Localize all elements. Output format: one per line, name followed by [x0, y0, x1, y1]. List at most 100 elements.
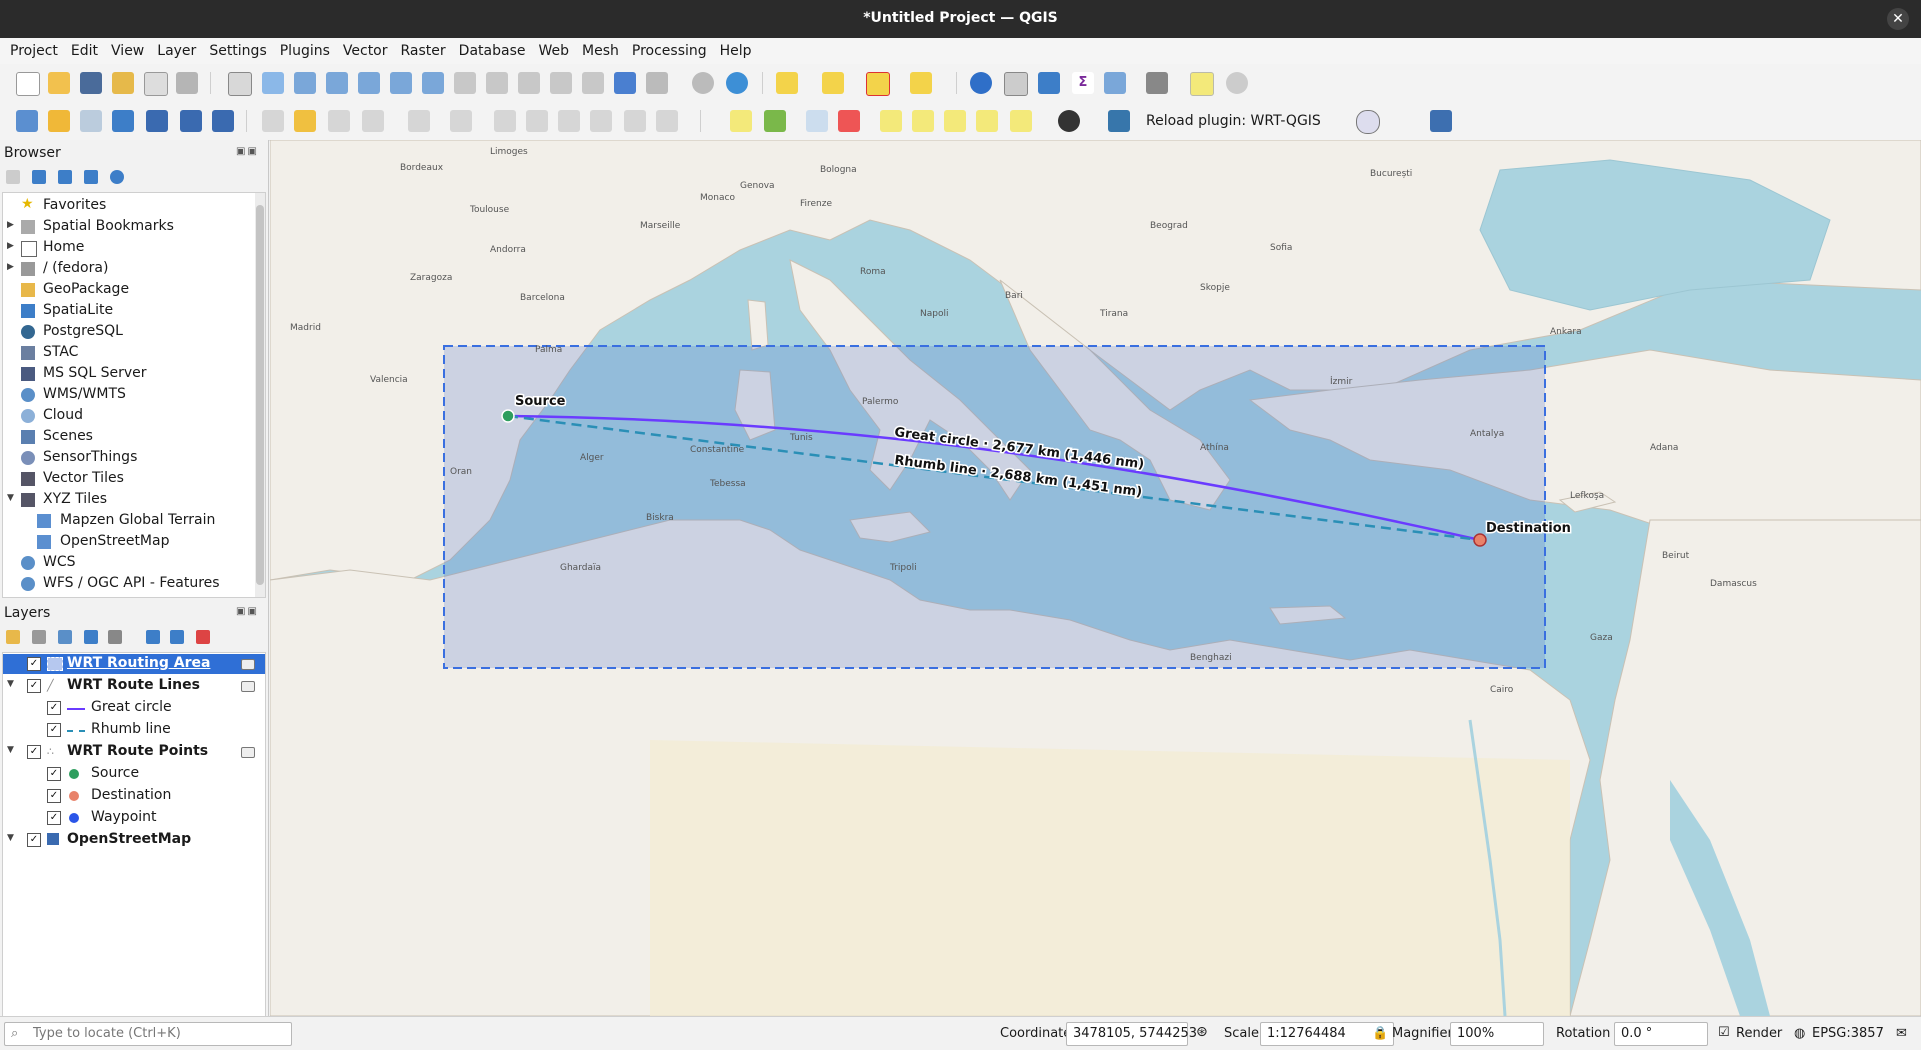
zoom-full-icon[interactable] [358, 72, 380, 94]
map-tips-icon[interactable] [1190, 72, 1214, 96]
menu-web[interactable]: Web [538, 43, 569, 59]
rotation-spinbox[interactable]: 0.0 ° [1614, 1022, 1708, 1046]
dock-controls-icon[interactable]: ▣▣ [236, 606, 262, 618]
toggle-extents-icon[interactable]: ⊛ [1196, 1024, 1208, 1040]
new-geopackage-icon[interactable] [48, 110, 70, 132]
legend-checkbox[interactable]: ✓ [47, 701, 61, 715]
expand-all-icon[interactable] [146, 630, 160, 644]
layer-wrt-route-lines[interactable]: ▼ ✓ ╱ WRT Route Lines [3, 676, 265, 696]
browser-item-spatialite[interactable]: SpatiaLite [3, 301, 253, 321]
browser-item-scenes[interactable]: Scenes [3, 427, 253, 447]
manage-themes-icon[interactable] [58, 630, 72, 644]
collapse-all-layers-icon[interactable] [170, 630, 184, 644]
rotate-label-icon[interactable] [944, 110, 966, 132]
locator-zoom-icon[interactable] [1226, 72, 1248, 94]
zoom-last-icon[interactable] [486, 72, 508, 94]
select-location-icon[interactable] [910, 72, 932, 94]
new-bookmark-icon[interactable] [614, 72, 636, 94]
legend-checkbox[interactable]: ✓ [47, 811, 61, 825]
label-toolbar-icon[interactable] [730, 110, 752, 132]
legend-waypoint[interactable]: ✓ Waypoint [3, 808, 265, 828]
add-mesh-layer-icon[interactable] [212, 110, 234, 132]
select-by-value-icon[interactable] [822, 72, 844, 94]
zoom-selection-icon[interactable] [390, 72, 412, 94]
browser-scrollbar[interactable] [255, 193, 265, 597]
render-checkbox[interactable]: ☑ [1718, 1025, 1730, 1040]
move-label-icon[interactable] [912, 110, 934, 132]
menu-mesh[interactable]: Mesh [582, 43, 619, 59]
python-console-icon[interactable] [1108, 110, 1130, 132]
save-as-icon[interactable] [112, 72, 134, 94]
layer-wrt-routing-area[interactable]: ✓ WRT Routing Area [3, 654, 265, 674]
layer-visibility-checkbox[interactable]: ✓ [27, 745, 41, 759]
browser-item-wms[interactable]: WMS/WMTS [3, 385, 253, 405]
field-calculator-icon[interactable] [1104, 72, 1126, 94]
zoom-out-icon[interactable] [326, 72, 348, 94]
filter-expression-icon[interactable] [108, 630, 122, 644]
new-shapefile-icon[interactable] [80, 110, 102, 132]
browser-item-spatial-bookmarks[interactable]: ▶ Spatial Bookmarks [3, 217, 253, 237]
layer-indicator-icon[interactable] [241, 659, 255, 670]
legend-great-circle[interactable]: ✓ Great circle [3, 698, 265, 718]
new-virtual-layer-icon[interactable] [146, 110, 168, 132]
menu-vector[interactable]: Vector [343, 43, 388, 59]
processing-toolbox-icon[interactable] [1038, 72, 1060, 94]
pan-hand-icon[interactable] [228, 72, 252, 96]
temporal-controller-icon[interactable] [692, 72, 714, 94]
cut-features-icon[interactable] [526, 110, 548, 132]
label-properties-icon[interactable] [1010, 110, 1032, 132]
vertex-tool-icon[interactable] [408, 110, 430, 132]
remove-layer-icon[interactable] [196, 630, 210, 644]
locator-search-input[interactable]: ⌕ Type to locate (Ctrl+K) [4, 1022, 292, 1046]
redo-icon[interactable] [656, 110, 678, 132]
magnifier-spinbox[interactable]: 100% [1450, 1022, 1544, 1046]
browser-item-root[interactable]: ▶ / (fedora) [3, 259, 253, 279]
diagram-icon[interactable] [764, 110, 786, 132]
browser-item-postgresql[interactable]: PostgreSQL [3, 322, 253, 342]
open-project-icon[interactable] [48, 72, 70, 94]
pan-to-selection-icon[interactable] [262, 72, 284, 94]
new-project-icon[interactable] [16, 72, 40, 96]
pin-labels-icon[interactable] [838, 110, 860, 132]
save-edits-icon[interactable] [328, 110, 350, 132]
add-group-icon[interactable] [32, 630, 46, 644]
close-window-button[interactable]: ✕ [1887, 8, 1909, 30]
copy-features-icon[interactable] [558, 110, 580, 132]
layer-indicator-icon[interactable] [241, 747, 255, 758]
browser-item-wcs[interactable]: WCS [3, 553, 253, 573]
show-bookmarks-icon[interactable] [646, 72, 668, 94]
layer-indicator-icon[interactable] [241, 681, 255, 692]
zoom-in-icon[interactable] [294, 72, 316, 94]
menu-layer[interactable]: Layer [157, 43, 196, 59]
menu-raster[interactable]: Raster [401, 43, 446, 59]
info-icon[interactable] [110, 170, 124, 184]
new-temporary-layer-icon[interactable] [180, 110, 202, 132]
collapse-all-icon[interactable] [84, 170, 98, 184]
menu-processing[interactable]: Processing [632, 43, 707, 59]
attribute-table-icon[interactable] [1004, 72, 1028, 96]
coordinate-field[interactable]: 3478105, 5744253 [1066, 1022, 1197, 1046]
messages-icon[interactable]: ✉ [1896, 1026, 1907, 1041]
style-manager-icon[interactable] [176, 72, 198, 94]
plugin-reloader-icon[interactable] [1058, 110, 1080, 132]
measure-icon[interactable] [1146, 72, 1168, 94]
legend-destination[interactable]: ✓ Destination [3, 786, 265, 806]
layer-visibility-checkbox[interactable]: ✓ [27, 833, 41, 847]
style-panel-icon[interactable] [6, 630, 20, 644]
filter-legend-icon[interactable] [84, 630, 98, 644]
browser-item-stac[interactable]: STAC [3, 343, 253, 363]
data-source-manager-icon[interactable] [16, 110, 38, 132]
menu-settings[interactable]: Settings [209, 43, 266, 59]
highlight-labels-icon[interactable] [806, 110, 828, 132]
toggle-editing-icon[interactable] [294, 110, 316, 132]
new-spatialite-icon[interactable] [112, 110, 134, 132]
layer-wrt-route-points[interactable]: ▼ ✓ ∴ WRT Route Points [3, 742, 265, 762]
legend-rhumb-line[interactable]: ✓ Rhumb line [3, 720, 265, 740]
zoom-next-icon[interactable] [518, 72, 540, 94]
new-map-view-icon[interactable] [550, 72, 572, 94]
identify-icon[interactable] [970, 72, 992, 94]
undo-icon[interactable] [624, 110, 646, 132]
menu-project[interactable]: Project [10, 43, 58, 59]
deselect-icon[interactable] [866, 72, 890, 96]
crosshair-icon[interactable] [1356, 110, 1380, 134]
